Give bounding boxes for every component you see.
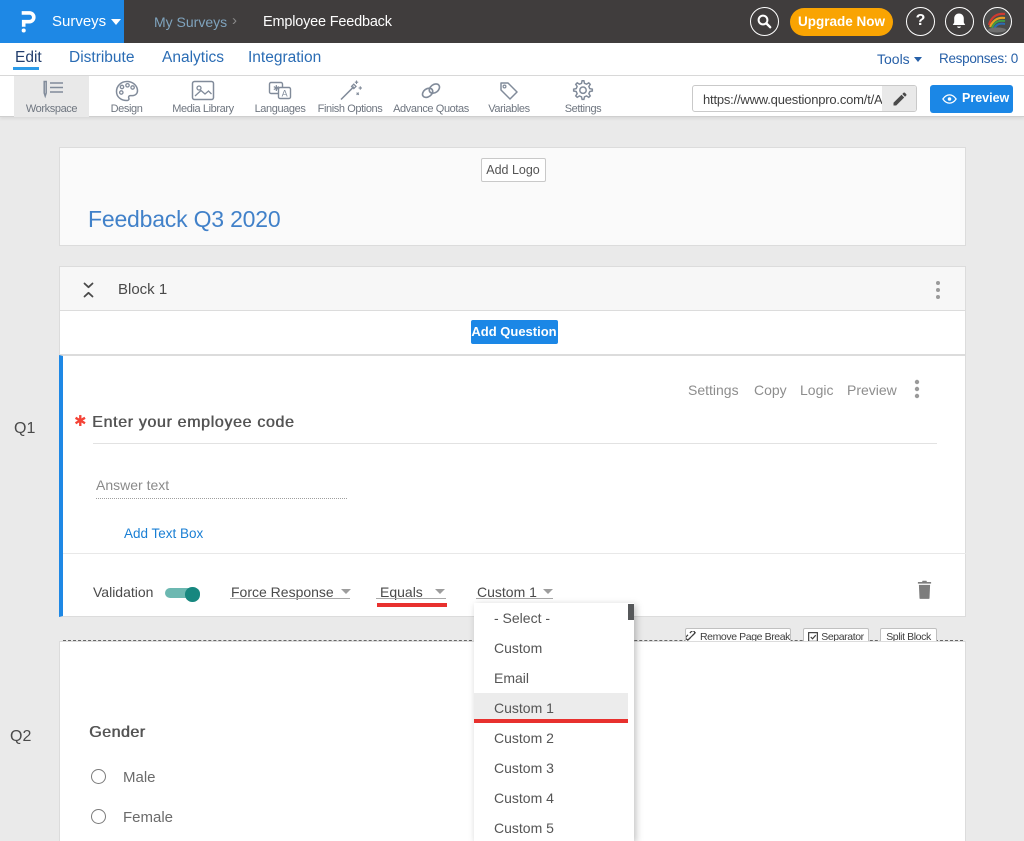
svg-text:✱: ✱ [273,84,280,93]
svg-text:A: A [282,89,288,99]
